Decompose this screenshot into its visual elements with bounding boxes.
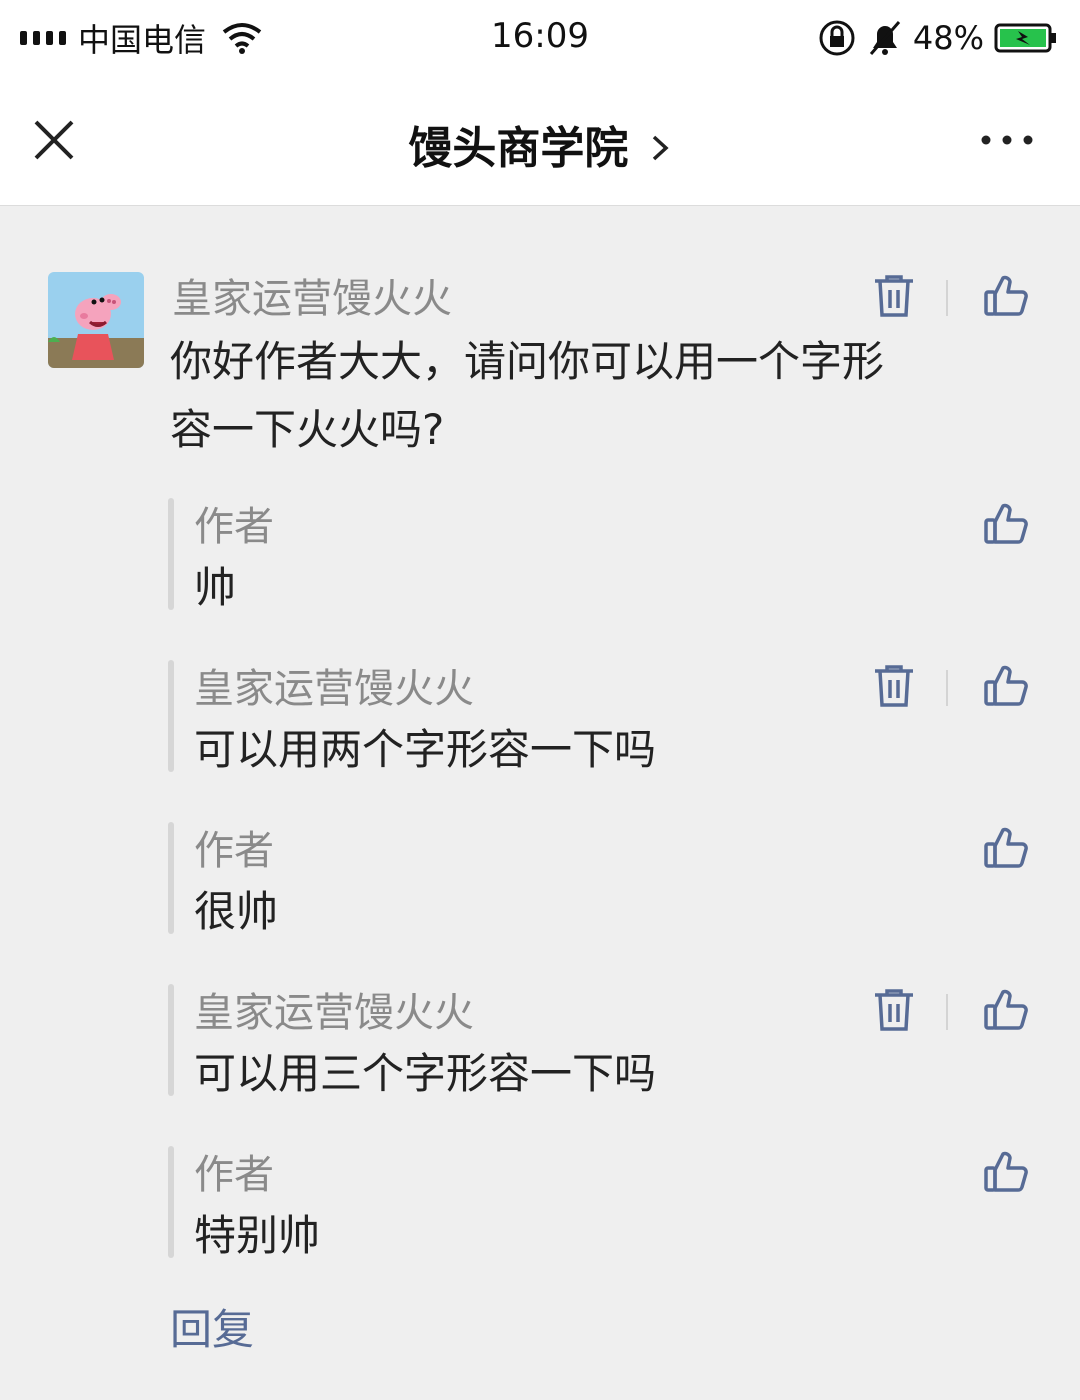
- reply-text: 可以用两个字形容一下吗: [194, 725, 657, 774]
- comment-text-line: 容一下火火吗?: [170, 405, 445, 454]
- reply-bar: [168, 660, 174, 772]
- reply-bar: [168, 984, 174, 1096]
- trash-icon[interactable]: [870, 662, 918, 710]
- icon-separator: [946, 994, 948, 1030]
- comment-author: 皇家运营馒火火: [172, 276, 452, 322]
- icon-separator: [946, 670, 948, 706]
- reply-bar: [168, 1146, 174, 1258]
- thumbs-up-icon[interactable]: [982, 1148, 1030, 1196]
- nav-title: 馒头商学院: [408, 123, 629, 174]
- more-icon[interactable]: [980, 130, 1034, 150]
- avatar[interactable]: [48, 272, 144, 368]
- reply-author: 皇家运营馒火火: [194, 990, 474, 1036]
- mute-bell-icon: [869, 21, 901, 55]
- reply-bar: [168, 822, 174, 934]
- status-bar: 中国电信 16:09 48%: [0, 0, 1080, 76]
- reply-text: 很帅: [194, 887, 279, 936]
- status-right: 48%: [817, 14, 1058, 62]
- comment-text-line: 你好作者大大，请问你可以用一个字形: [170, 337, 885, 386]
- battery-percent: 48%: [912, 19, 984, 57]
- reply-button[interactable]: 回复: [170, 1296, 254, 1357]
- thumbs-up-icon[interactable]: [982, 662, 1030, 710]
- trash-icon[interactable]: [870, 272, 918, 320]
- reply-text: 特别帅: [194, 1211, 321, 1260]
- trash-icon[interactable]: [870, 986, 918, 1034]
- rotation-lock-icon: [819, 20, 855, 56]
- battery-charging-icon: [994, 23, 1056, 53]
- reply-author: 作者: [194, 1152, 274, 1198]
- thumbs-up-icon[interactable]: [982, 986, 1030, 1034]
- nav-title-link[interactable]: 馒头商学院: [0, 112, 1080, 176]
- reply-author: 皇家运营馒火火: [194, 666, 474, 712]
- reply-author: 作者: [194, 828, 274, 874]
- thumbs-up-icon[interactable]: [982, 500, 1030, 548]
- reply-bar: [168, 498, 174, 610]
- comment-text: 你好作者大大，请问你可以用一个字形 容一下火火吗?: [170, 328, 884, 464]
- chevron-right-icon: [652, 135, 669, 161]
- reply-text: 可以用三个字形容一下吗: [194, 1049, 657, 1098]
- thumbs-up-icon[interactable]: [982, 272, 1030, 320]
- reply-author: 作者: [194, 504, 274, 550]
- nav-bar: 馒头商学院: [0, 76, 1080, 206]
- thumbs-up-icon[interactable]: [982, 824, 1030, 872]
- icon-separator: [946, 280, 948, 316]
- reply-text: 帅: [194, 563, 237, 612]
